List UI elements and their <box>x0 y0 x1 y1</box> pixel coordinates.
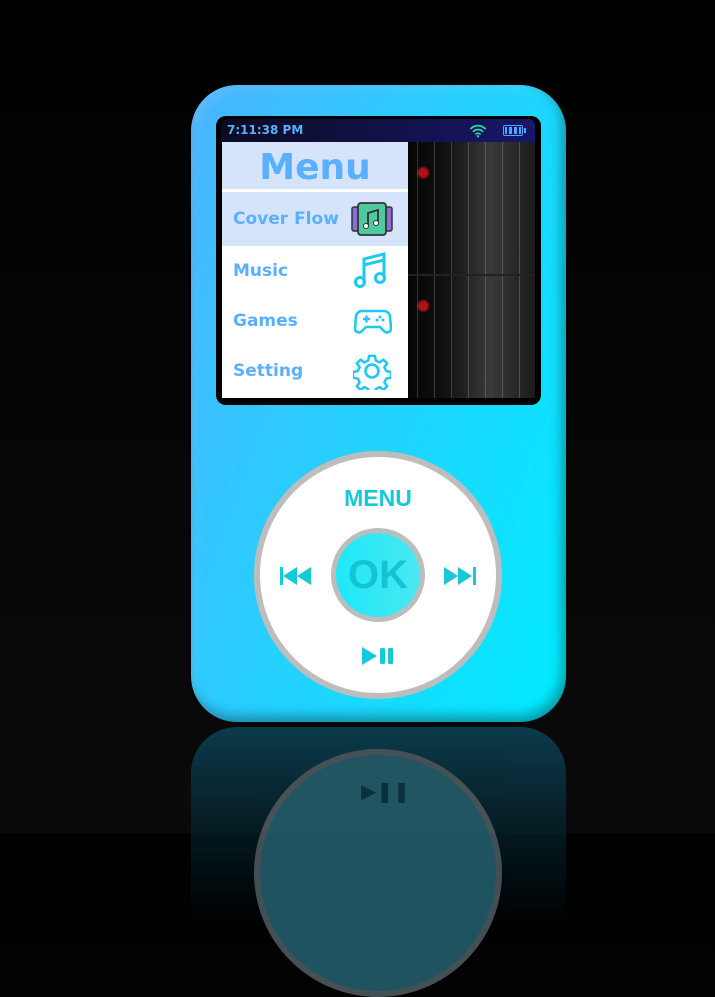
menu-item-label: Setting <box>233 361 304 381</box>
wifi-icon <box>470 124 486 138</box>
status-bar: 7:11:38 PM <box>221 119 535 142</box>
ok-button[interactable]: OK <box>331 528 425 622</box>
previous-track-icon[interactable] <box>280 567 312 585</box>
menu-item-label: Music <box>233 261 289 281</box>
menu-item-label: Cover Flow <box>233 209 339 229</box>
music-note-icon <box>354 252 386 288</box>
click-wheel[interactable]: MENU OK <box>254 451 502 699</box>
menu-title: Menu <box>222 142 408 192</box>
cover-flow-icon <box>351 202 393 236</box>
reflection-play-pause-icon: ▶❚❚ <box>361 779 410 803</box>
device-reflection: ▶❚❚ <box>191 727 566 997</box>
menu-item-cover-flow[interactable]: Cover Flow <box>222 192 408 246</box>
menu-item-games[interactable]: Games <box>222 296 408 346</box>
play-pause-icon[interactable] <box>362 647 394 665</box>
menu-item-setting[interactable]: Setting <box>222 346 408 396</box>
menu-button[interactable]: MENU <box>260 485 496 512</box>
main-menu: Menu Cover Flow Music Games Setting <box>222 142 408 398</box>
next-track-icon[interactable] <box>444 567 476 585</box>
cover-art-image <box>408 142 535 398</box>
gamepad-icon <box>354 309 392 334</box>
menu-item-label: Games <box>233 311 298 331</box>
battery-icon <box>503 125 526 136</box>
screen: 7:11:38 PM Menu Cover Flow Music Games S… <box>216 116 541 405</box>
clock: 7:11:38 PM <box>227 123 304 137</box>
ipod-device: 7:11:38 PM Menu Cover Flow Music Games S… <box>191 85 566 722</box>
menu-item-music[interactable]: Music <box>222 246 408 296</box>
gear-icon <box>353 354 391 390</box>
